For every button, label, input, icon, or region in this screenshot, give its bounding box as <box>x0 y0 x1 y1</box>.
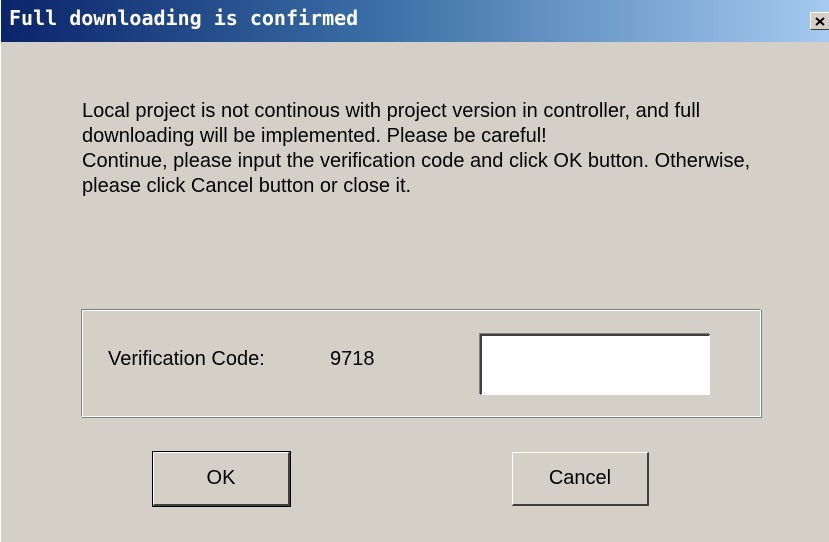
verification-code-input[interactable] <box>480 334 710 395</box>
message-paragraph-instructions: Continue, please input the verification … <box>82 150 751 197</box>
ok-button[interactable]: OK <box>152 451 291 507</box>
warning-message: Local project is not continous with proj… <box>82 99 782 199</box>
verification-group: Verification Code: 9718 <box>81 309 761 417</box>
message-paragraph-warning: Local project is not continous with proj… <box>82 100 701 147</box>
title-bar[interactable]: Full downloading is confirmed <box>1 0 829 42</box>
verification-code-label: Verification Code: <box>108 348 265 370</box>
cancel-button[interactable]: Cancel <box>512 452 649 506</box>
close-button[interactable] <box>810 12 829 30</box>
dialog-title: Full downloading is confirmed <box>9 6 359 30</box>
confirm-dialog: Full downloading is confirmed Local proj… <box>0 0 829 542</box>
verification-code-value: 9718 <box>330 348 375 370</box>
close-icon <box>815 16 825 26</box>
